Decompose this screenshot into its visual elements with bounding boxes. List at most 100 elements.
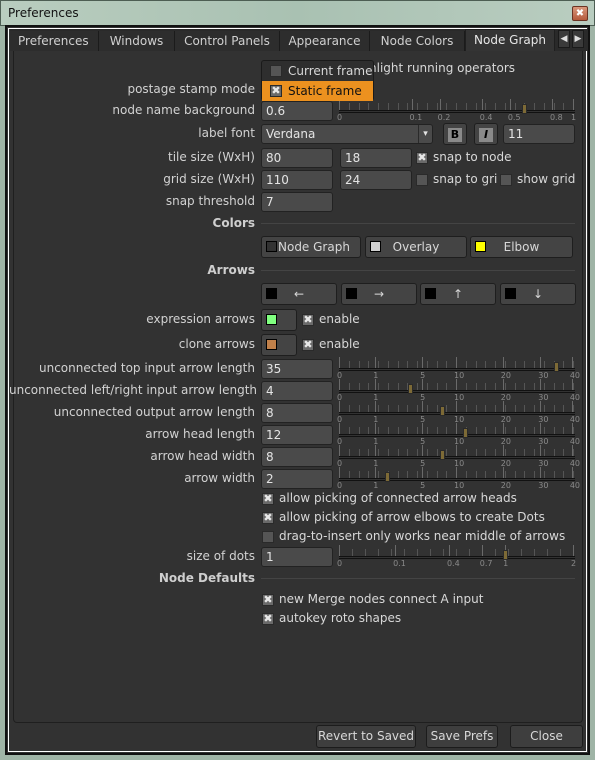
- top-input-arrow-length-input[interactable]: 35: [261, 359, 333, 379]
- slider-handle[interactable]: [408, 384, 414, 394]
- slider-minor-tick: [495, 405, 496, 412]
- tab-windows[interactable]: Windows: [99, 31, 175, 51]
- grid-width-input[interactable]: 110: [261, 170, 333, 190]
- clone-arrows-enable-checkbox[interactable]: ✖: [302, 339, 314, 351]
- arrow-head-width-slider[interactable]: 0 1 5 10 20 30 40: [337, 445, 580, 468]
- size-of-dots-slider[interactable]: 0 0.1 0.4 0.7 1 2: [337, 545, 576, 568]
- node-defaults-heading: Node Defaults: [158, 571, 255, 585]
- tab-scroll-left-icon[interactable]: ◀: [558, 30, 570, 48]
- elbow-color-button[interactable]: Elbow: [470, 236, 573, 258]
- snap-to-node-label: snap to node: [433, 150, 512, 164]
- tab-scroll-right-icon[interactable]: ▶: [572, 30, 584, 48]
- slider-major-tick: [571, 379, 573, 390]
- show-grid-checkbox[interactable]: [500, 174, 512, 186]
- arrow-left-color-button[interactable]: ←: [261, 283, 337, 305]
- slider-minor-tick: [446, 471, 448, 478]
- chevron-down-icon[interactable]: ▾: [418, 125, 432, 143]
- snap-to-grid-checkbox[interactable]: [416, 174, 428, 186]
- save-prefs-button[interactable]: Save Prefs: [426, 725, 498, 748]
- left-right-input-arrow-length-input[interactable]: 4: [261, 381, 333, 401]
- tab-control-panels[interactable]: Control Panels: [175, 31, 280, 51]
- tile-width-input[interactable]: 80: [261, 148, 333, 168]
- left-right-input-arrow-length-label: unconnected left/right input arrow lengt…: [9, 383, 257, 397]
- arrow-width-input[interactable]: 2: [261, 469, 333, 489]
- slider-minor-tick: [563, 361, 565, 368]
- slider-major-tick: [551, 99, 553, 110]
- tile-height-input[interactable]: 18: [340, 148, 412, 168]
- tab-node-graph[interactable]: Node Graph: [465, 29, 555, 52]
- option-current-frame[interactable]: Current frame: [262, 61, 373, 81]
- slider-minor-tick: [495, 361, 496, 368]
- clone-arrows-color-button[interactable]: [261, 334, 297, 356]
- slider-minor-tick: [465, 471, 467, 478]
- merge-connect-a-label: new Merge nodes connect A input: [279, 592, 484, 606]
- arrow-width-slider[interactable]: 0 1 5 10 20 30 40: [337, 467, 580, 490]
- node-name-background-slider[interactable]: 0 0.1 0.2 0.4 0.5 0.8 1: [337, 99, 576, 122]
- output-arrow-length-slider[interactable]: 0 1 5 10 20 30 40: [337, 401, 580, 424]
- close-button[interactable]: Close: [510, 725, 583, 748]
- tab-node-colors[interactable]: Node Colors: [370, 31, 465, 51]
- slider-handle[interactable]: [503, 550, 509, 560]
- slider-handle[interactable]: [463, 428, 469, 438]
- snap-to-node-checkbox[interactable]: ✖: [416, 152, 428, 164]
- slider-handle[interactable]: [440, 450, 446, 460]
- tab-preferences[interactable]: Preferences: [10, 31, 99, 51]
- drag-to-insert-middle-checkbox[interactable]: [262, 531, 274, 543]
- bold-icon: B: [448, 128, 462, 142]
- slider-minor-tick: [387, 103, 389, 110]
- snap-to-grid-label: snap to gri: [433, 172, 497, 186]
- revert-to-saved-button[interactable]: Revert to Saved: [316, 725, 416, 748]
- slider-minor-tick: [446, 361, 448, 368]
- slider-minor-tick: [436, 361, 438, 368]
- slider-minor-tick: [397, 103, 399, 110]
- slider-minor-tick: [495, 471, 496, 478]
- tab-appearance[interactable]: Appearance: [280, 31, 370, 51]
- colors-heading: Colors: [212, 216, 255, 230]
- slider-track[interactable]: [339, 110, 575, 113]
- top-input-arrow-length-slider[interactable]: 0 1 5 10 20 30 40: [337, 357, 580, 380]
- slider-minor-tick: [391, 549, 392, 556]
- slider-minor-tick: [495, 549, 496, 556]
- output-arrow-length-input[interactable]: 8: [261, 403, 333, 423]
- snap-threshold-input[interactable]: 7: [261, 192, 333, 212]
- label-font-dropdown[interactable]: Verdana ▾: [261, 124, 433, 144]
- node-name-background-input[interactable]: 0.6: [261, 101, 333, 121]
- slider-major-tick: [375, 467, 377, 478]
- arrow-head-length-slider[interactable]: 0 1 5 10 20 30 40: [337, 423, 580, 446]
- slider-minor-tick: [348, 383, 350, 390]
- slider-minor-tick: [485, 405, 487, 412]
- arrow-up-color-button[interactable]: ↑: [420, 283, 496, 305]
- pick-arrow-elbows-checkbox[interactable]: ✖: [262, 512, 274, 524]
- postage-stamp-mode-label: postage stamp mode: [127, 82, 255, 96]
- slider-minor-tick: [436, 427, 438, 434]
- italic-toggle-button[interactable]: I: [474, 123, 498, 145]
- font-size-input[interactable]: 11: [503, 124, 575, 144]
- size-of-dots-input[interactable]: 1: [261, 547, 333, 567]
- arrow-right-color-button[interactable]: →: [341, 283, 417, 305]
- overlay-color-button[interactable]: Overlay: [365, 236, 467, 258]
- slider-minor-tick: [465, 361, 467, 368]
- slider-handle[interactable]: [554, 362, 560, 372]
- slider-minor-tick: [504, 405, 506, 412]
- left-right-input-arrow-length-slider[interactable]: 0 1 5 10 20 30 40: [337, 379, 580, 402]
- pick-connected-arrow-heads-checkbox[interactable]: ✖: [262, 493, 274, 505]
- option-static-frame[interactable]: ✖ Static frame: [262, 81, 373, 101]
- postage-stamp-mode-dropdown[interactable]: Current frame ✖ Static frame: [261, 60, 374, 101]
- grid-height-input[interactable]: 24: [340, 170, 412, 190]
- node-graph-color-button[interactable]: Node Graph: [261, 236, 361, 258]
- expression-arrows-color-button[interactable]: [261, 309, 297, 331]
- bold-toggle-button[interactable]: B: [443, 123, 467, 145]
- slider-major-tick: [456, 467, 457, 478]
- slider-handle[interactable]: [521, 104, 527, 114]
- expression-arrows-enable-checkbox[interactable]: ✖: [302, 314, 314, 326]
- highlight-running-operators-label[interactable]: hlight running operators: [369, 61, 515, 75]
- close-window-icon[interactable]: ✖: [572, 6, 588, 21]
- arrow-head-length-input[interactable]: 12: [261, 425, 333, 445]
- arrow-head-width-input[interactable]: 8: [261, 447, 333, 467]
- autokey-roto-checkbox[interactable]: ✖: [262, 613, 274, 625]
- arrow-down-color-button[interactable]: ↓: [500, 283, 576, 305]
- slider-handle[interactable]: [440, 406, 446, 416]
- merge-connect-a-checkbox[interactable]: ✖: [262, 594, 274, 606]
- slider-handle[interactable]: [384, 472, 390, 482]
- slider-major-tick: [481, 545, 483, 556]
